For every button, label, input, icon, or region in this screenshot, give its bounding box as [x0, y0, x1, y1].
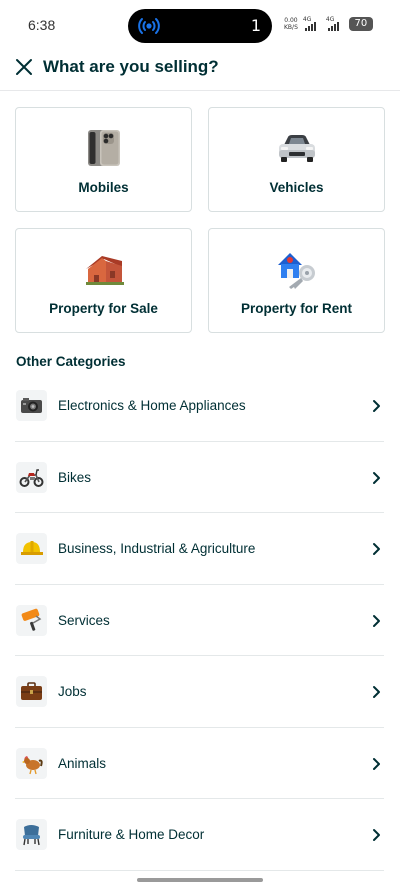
- battery-icon: 70: [348, 17, 373, 31]
- category-card-property-for-sale[interactable]: Property for Sale: [15, 228, 192, 333]
- status-bar: 6:38 1 0.00 KB/S 4G 4G 70: [0, 0, 400, 52]
- network-speed-unit: KB/S: [284, 24, 298, 31]
- signal-icon: 4G: [326, 16, 344, 31]
- category-label: Services: [58, 612, 110, 628]
- motorbike-icon: [19, 468, 44, 487]
- chevron-right-icon: [373, 400, 380, 412]
- category-label: Jobs: [58, 684, 87, 699]
- signal-icon: 4G: [303, 16, 321, 31]
- category-icon: [16, 390, 47, 421]
- chevron-right-icon: [373, 543, 380, 555]
- category-label: Bikes: [58, 469, 92, 485]
- status-indicators: 0.00 KB/S 4G 4G 70: [284, 16, 373, 31]
- broadcast-icon: [138, 18, 160, 34]
- house-key-icon: [277, 253, 315, 289]
- dynamic-island[interactable]: 1: [128, 9, 272, 43]
- category-icon: [16, 533, 47, 564]
- network-speed-value: 0.00: [284, 17, 298, 24]
- category-icon: [16, 676, 47, 707]
- camera-icon: [21, 398, 42, 413]
- network-speed: 0.00 KB/S: [284, 17, 298, 31]
- category-icon: [16, 819, 47, 850]
- category-row-electronics[interactable]: Electronics & Home Appliances: [15, 370, 384, 442]
- hard-hat-icon: [21, 541, 43, 555]
- home-indicator[interactable]: [137, 878, 263, 882]
- header: What are you selling?: [0, 52, 400, 91]
- category-icon: [16, 461, 47, 493]
- category-icon: [16, 747, 47, 779]
- category-row-furniture[interactable]: Furniture & Home Decor: [15, 799, 384, 871]
- car-icon: [278, 135, 315, 162]
- category-label: Animals: [58, 755, 107, 771]
- category-card-property-for-rent[interactable]: Property for Rent: [208, 228, 385, 333]
- rooster-icon: [22, 755, 43, 774]
- chevron-right-icon: [373, 829, 380, 841]
- chevron-right-icon: [373, 471, 380, 484]
- category-row-services[interactable]: Services: [15, 585, 384, 656]
- close-icon[interactable]: [12, 55, 36, 79]
- section-title: Other Categories: [16, 354, 126, 369]
- category-row-animals[interactable]: Animals: [15, 728, 384, 799]
- chair-icon: [23, 825, 40, 846]
- category-label: Business, Industrial & Agriculture: [58, 541, 256, 556]
- page-title: What are you selling?: [43, 57, 219, 76]
- status-time: 6:38: [28, 17, 56, 33]
- category-label: Property for Rent: [240, 301, 352, 316]
- chevron-right-icon: [373, 757, 380, 770]
- category-icon: [16, 604, 47, 636]
- category-list: Electronics & Home Appliances Bikes Busi…: [15, 370, 384, 871]
- category-label: Electronics & Home Appliances: [58, 398, 246, 413]
- house-icon: [85, 256, 124, 285]
- category-row-bikes[interactable]: Bikes: [15, 442, 384, 513]
- chevron-right-icon: [373, 686, 380, 698]
- notification-count: 1: [250, 16, 261, 35]
- chevron-right-icon: [373, 614, 380, 627]
- category-row-business[interactable]: Business, Industrial & Agriculture: [15, 513, 384, 585]
- category-label: Vehicles: [269, 180, 324, 195]
- category-label: Property for Sale: [49, 301, 158, 316]
- paint-roller-icon: [21, 608, 42, 631]
- category-card-vehicles[interactable]: Vehicles: [208, 107, 385, 212]
- mobile-phone-icon: [87, 130, 120, 166]
- category-card-mobiles[interactable]: Mobiles: [15, 107, 192, 212]
- category-label: Furniture & Home Decor: [58, 827, 205, 842]
- briefcase-icon: [21, 682, 42, 700]
- category-label: Mobiles: [78, 180, 129, 195]
- category-row-jobs[interactable]: Jobs: [15, 656, 384, 728]
